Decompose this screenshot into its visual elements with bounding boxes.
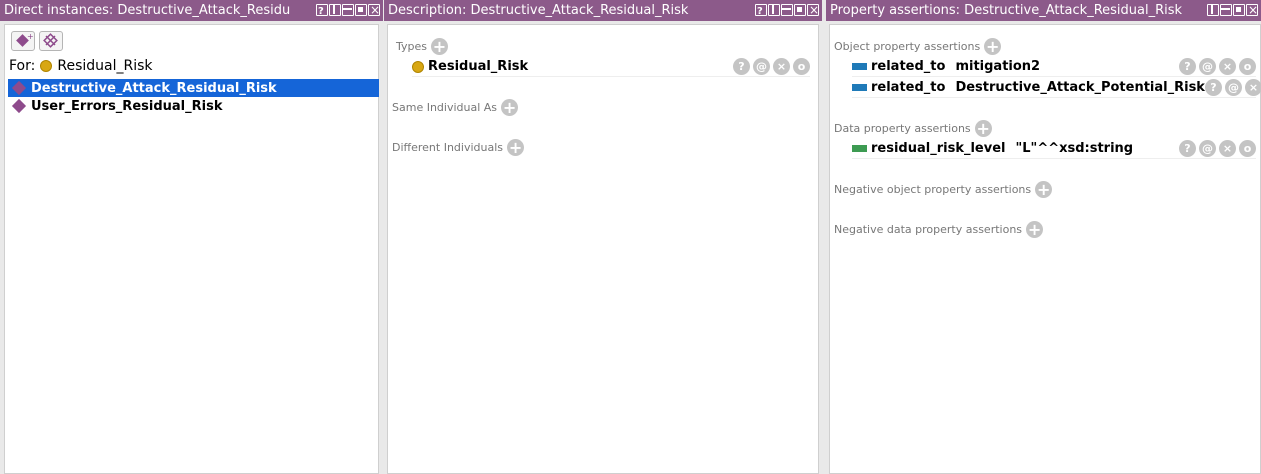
property-name[interactable]: related_to	[871, 80, 945, 95]
same-individual-section: Same Individual As +	[392, 99, 519, 116]
edit-icon[interactable]: o	[1239, 140, 1256, 157]
property-value[interactable]: "L"^^xsd:string	[1015, 141, 1133, 156]
direct-instances-header: Direct instances: Destructive_Attack_Res…	[0, 0, 383, 21]
panel-title: Direct instances: Destructive_Attack_Res…	[4, 3, 291, 18]
object-property-section: Object property assertions +	[834, 38, 1002, 55]
add-negative-data-button[interactable]: +	[1026, 221, 1044, 238]
description-body	[387, 24, 819, 474]
instance-label: Destructive_Attack_Residual_Risk	[31, 80, 277, 96]
delete-icon[interactable]: ×	[773, 58, 790, 75]
for-label: For:	[9, 58, 36, 74]
edit-icon[interactable]: o	[1239, 58, 1256, 75]
description-header: Description: Destructive_Attack_Residual…	[384, 0, 822, 21]
for-class-line: For: Residual_Risk	[9, 58, 153, 74]
annotate-icon[interactable]: @	[1199, 140, 1216, 157]
add-individual-button[interactable]: +	[11, 31, 35, 51]
different-individuals-label: Different Individuals	[392, 141, 504, 154]
description-panel: Description: Destructive_Attack_Residual…	[384, 0, 822, 474]
object-assertion-row: related_to Destructive_Attack_Potential_…	[852, 78, 1261, 98]
same-individual-label: Same Individual As	[392, 101, 498, 114]
split-horizontal-icon[interactable]	[342, 4, 354, 16]
property-value[interactable]: mitigation2	[955, 59, 1040, 74]
delete-icon[interactable]: ×	[1219, 58, 1236, 75]
type-row: Residual_Risk ? @ × o	[412, 57, 810, 77]
add-data-property-button[interactable]: +	[974, 120, 992, 137]
add-different-individual-button[interactable]: +	[507, 139, 525, 156]
explain-icon[interactable]: ?	[1179, 140, 1196, 157]
add-negative-object-button[interactable]: +	[1035, 181, 1053, 198]
individual-icon	[11, 98, 27, 114]
close-icon[interactable]	[1246, 0, 1258, 21]
for-class-name[interactable]: Residual_Risk	[57, 58, 152, 74]
object-property-icon	[852, 84, 867, 91]
add-object-property-button[interactable]: +	[984, 38, 1002, 55]
add-same-individual-button[interactable]: +	[501, 99, 519, 116]
direct-instances-panel: Direct instances: Destructive_Attack_Res…	[0, 0, 383, 474]
delete-icon[interactable]: ×	[1244, 79, 1261, 96]
type-value[interactable]: Residual_Risk	[428, 59, 528, 74]
property-assertions-header: Property assertions: Destructive_Attack_…	[826, 0, 1261, 21]
property-assertions-panel: Property assertions: Destructive_Attack_…	[826, 0, 1261, 474]
help-icon[interactable]	[316, 1, 328, 21]
panel-title: Property assertions: Destructive_Attack_…	[830, 3, 1183, 18]
annotate-icon[interactable]: @	[1199, 58, 1216, 75]
help-icon[interactable]	[755, 1, 767, 21]
property-value[interactable]: Destructive_Attack_Potential_Risk	[955, 80, 1205, 95]
split-horizontal-icon[interactable]	[781, 4, 793, 16]
class-icon	[40, 60, 53, 72]
maximize-icon[interactable]	[355, 4, 367, 16]
split-vertical-icon[interactable]	[329, 4, 341, 16]
object-property-label: Object property assertions	[834, 40, 981, 53]
split-horizontal-icon[interactable]	[1220, 4, 1232, 16]
annotate-icon[interactable]: @	[1224, 79, 1242, 96]
negative-object-section: Negative object property assertions +	[834, 181, 1053, 198]
list-item[interactable]: Destructive_Attack_Residual_Risk	[8, 79, 379, 97]
add-type-button[interactable]: +	[431, 38, 448, 55]
different-individuals-section: Different Individuals +	[392, 139, 525, 156]
instance-list: Destructive_Attack_Residual_Risk User_Er…	[8, 79, 379, 115]
negative-data-label: Negative data property assertions	[834, 223, 1023, 236]
types-section: Types +	[396, 38, 448, 55]
negative-data-section: Negative data property assertions +	[834, 221, 1044, 238]
types-label: Types	[396, 40, 427, 53]
data-assertion-row: residual_risk_level "L"^^xsd:string ? @ …	[852, 139, 1256, 159]
explain-icon[interactable]: ?	[1204, 79, 1222, 96]
data-property-label: Data property assertions	[834, 122, 971, 135]
data-property-icon	[852, 145, 867, 152]
split-vertical-icon[interactable]	[1207, 4, 1219, 16]
data-property-section: Data property assertions +	[834, 120, 992, 137]
svg-text:+: +	[27, 32, 34, 41]
list-item[interactable]: User_Errors_Residual_Risk	[8, 97, 379, 115]
annotate-icon[interactable]: @	[753, 58, 770, 75]
negative-object-label: Negative object property assertions	[834, 183, 1032, 196]
object-property-icon	[852, 63, 867, 70]
split-vertical-icon[interactable]	[768, 4, 780, 16]
object-assertion-row: related_to mitigation2 ? @ × o	[852, 57, 1256, 77]
panel-title: Description: Destructive_Attack_Residual…	[388, 3, 689, 18]
explain-icon[interactable]: ?	[1179, 58, 1196, 75]
maximize-icon[interactable]	[794, 4, 806, 16]
explain-icon[interactable]: ?	[733, 58, 750, 75]
class-icon	[412, 60, 424, 73]
property-name[interactable]: related_to	[871, 59, 945, 74]
maximize-icon[interactable]	[1233, 4, 1245, 16]
delete-icon[interactable]: ×	[1219, 140, 1236, 157]
delete-individual-button[interactable]	[39, 31, 63, 51]
close-icon[interactable]	[807, 0, 819, 21]
instance-label: User_Errors_Residual_Risk	[31, 98, 223, 114]
individual-icon	[11, 80, 27, 96]
close-icon[interactable]	[368, 0, 380, 21]
edit-icon[interactable]: o	[793, 58, 810, 75]
property-name[interactable]: residual_risk_level	[871, 141, 1005, 156]
